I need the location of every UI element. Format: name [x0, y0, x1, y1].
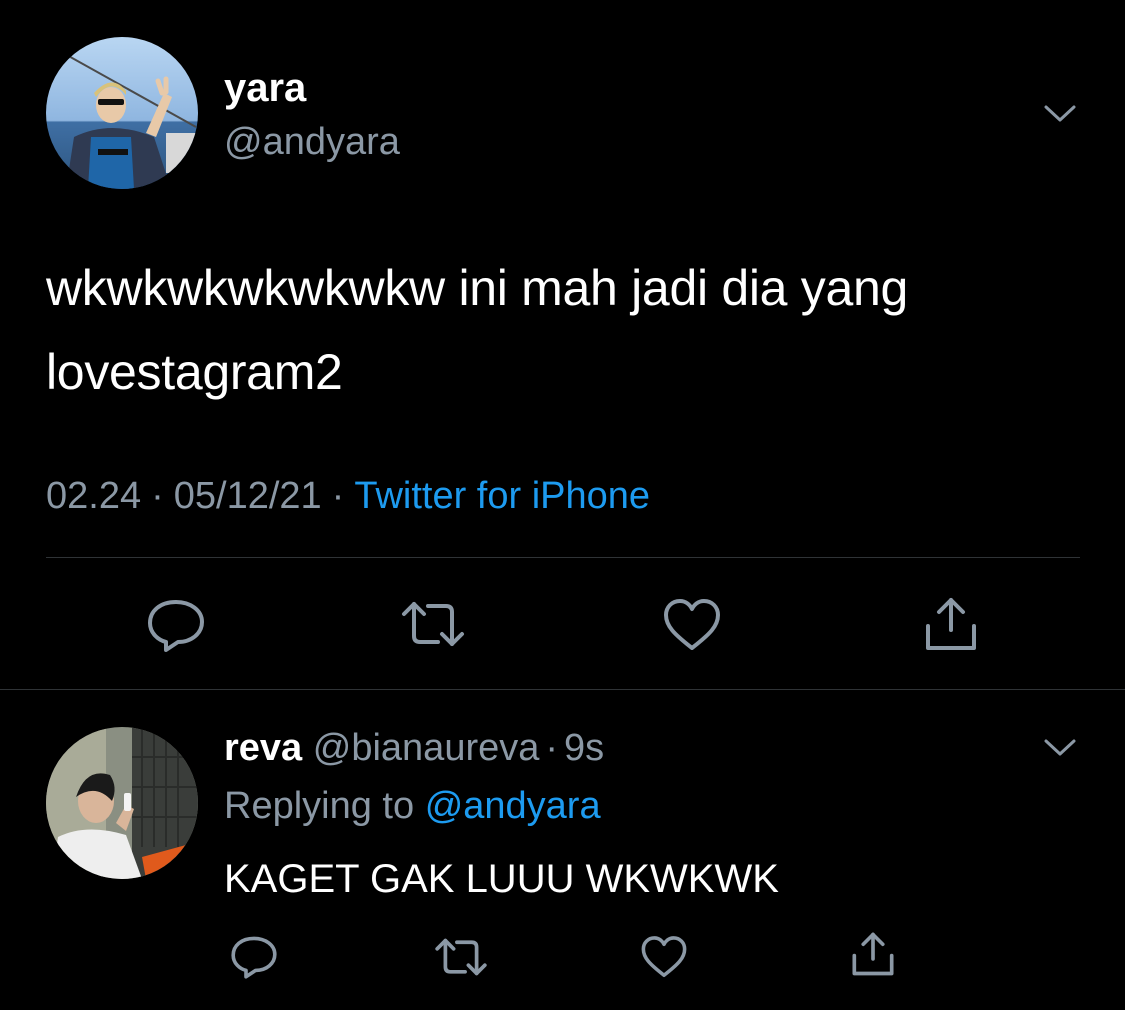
- meta-separator: ·: [331, 475, 345, 517]
- user-handle[interactable]: @bianaureva: [313, 727, 540, 769]
- user-handle[interactable]: @andyara: [224, 120, 400, 164]
- tweet-date: 05/12/21: [173, 475, 322, 517]
- chevron-down-icon[interactable]: [1040, 732, 1080, 762]
- share-icon[interactable]: [918, 592, 984, 656]
- tweet-meta: 02.24 · 05/12/21 · Twitter for iPhone: [46, 474, 650, 518]
- retweet-icon[interactable]: [398, 596, 468, 652]
- avatar-photo: [46, 727, 198, 879]
- divider: [46, 557, 1080, 558]
- reply-timestamp[interactable]: 9s: [564, 727, 604, 769]
- tweet-time: 02.24: [46, 475, 142, 517]
- share-icon[interactable]: [846, 928, 900, 980]
- tweet-text: wkwkwkwkwkwkw ini mah jadi dia yang love…: [46, 260, 908, 400]
- reply-header: reva @bianaureva · 9s: [224, 726, 604, 770]
- meta-separator: ·: [151, 475, 164, 517]
- display-name[interactable]: yara: [224, 66, 306, 110]
- divider: [0, 689, 1125, 690]
- chevron-down-icon[interactable]: [1040, 98, 1080, 128]
- avatar-photo: [46, 37, 198, 189]
- mention-link[interactable]: @andyara: [425, 785, 601, 827]
- retweet-icon[interactable]: [432, 934, 490, 980]
- reply-text: KAGET GAK LUUU WKWKWK: [224, 857, 779, 901]
- like-icon[interactable]: [660, 596, 724, 654]
- display-name[interactable]: reva: [224, 727, 302, 769]
- avatar[interactable]: [46, 727, 198, 879]
- main-tweet: yara @andyara wkwkwkwkwkwkw ini mah jadi…: [0, 0, 1125, 690]
- avatar[interactable]: [46, 37, 198, 189]
- reply-icon[interactable]: [228, 932, 280, 980]
- tweet-source-link[interactable]: Twitter for iPhone: [354, 475, 650, 517]
- replying-to: Replying to @andyara: [224, 784, 601, 828]
- reply-icon[interactable]: [144, 594, 208, 654]
- replying-to-label: Replying to: [224, 785, 415, 827]
- like-icon[interactable]: [638, 934, 690, 980]
- header-separator: ·: [545, 727, 559, 769]
